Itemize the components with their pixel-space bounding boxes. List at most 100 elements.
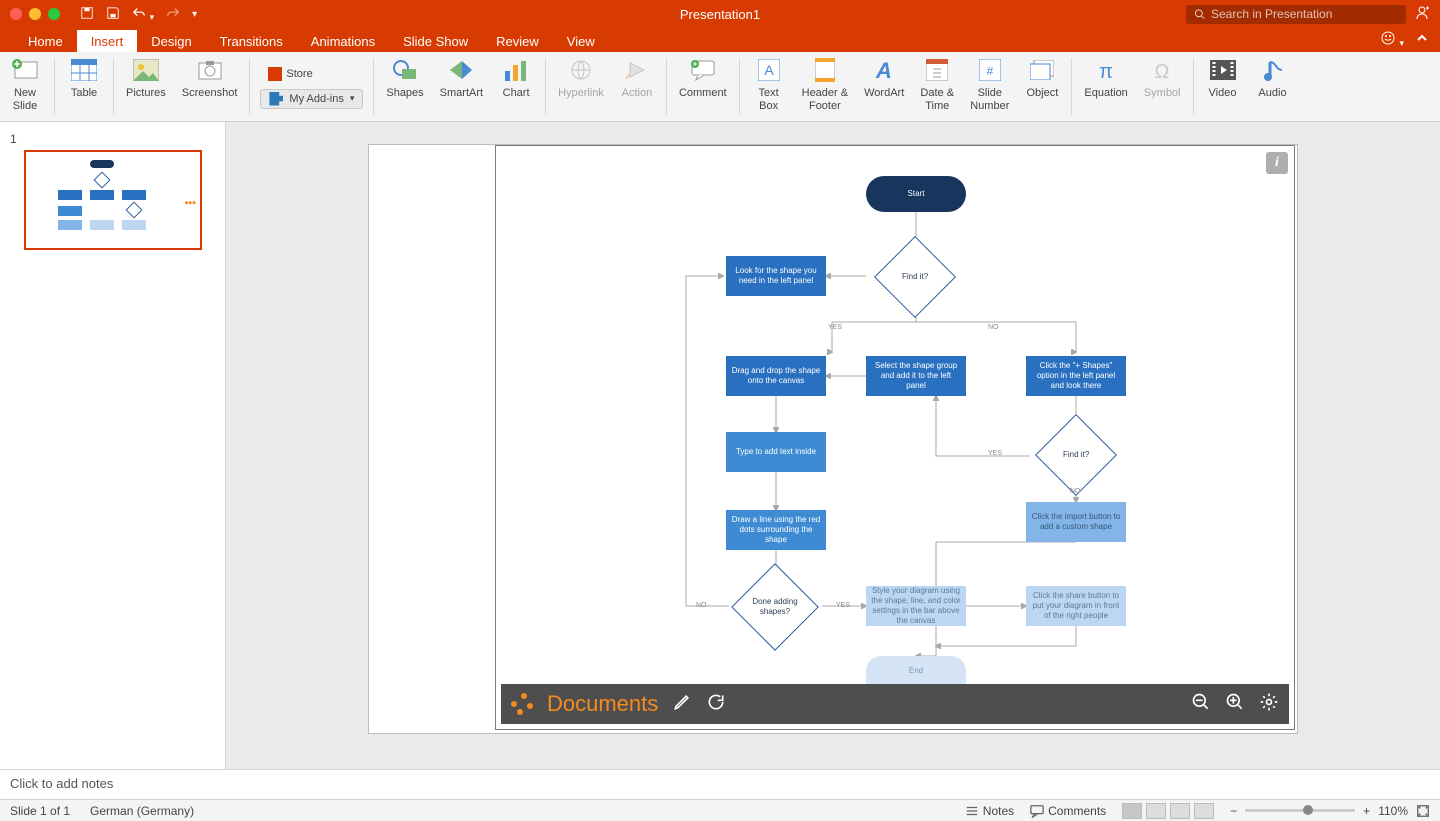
- flow-style: Style your diagram using the shape, line…: [866, 586, 966, 626]
- symbol-icon: Ω: [1146, 56, 1178, 84]
- comment-icon: [687, 56, 719, 84]
- slide-thumbnails-panel[interactable]: 1 ◆◆◆: [0, 122, 226, 769]
- tab-view[interactable]: View: [553, 30, 609, 52]
- view-buttons: [1122, 803, 1214, 819]
- share-icon[interactable]: [1414, 5, 1430, 24]
- close-window-button[interactable]: [10, 8, 22, 20]
- flow-label-no-2: NO: [1070, 488, 1081, 495]
- search-box[interactable]: [1186, 5, 1406, 24]
- slide-canvas-area[interactable]: i: [226, 122, 1440, 769]
- object-label: Object: [1026, 87, 1058, 100]
- hyperlink-label: Hyperlink: [558, 87, 604, 100]
- slidenumber-icon: #: [974, 56, 1006, 84]
- slide-canvas[interactable]: i: [368, 144, 1298, 734]
- view-slideshow-button[interactable]: [1194, 803, 1214, 819]
- view-sorter-button[interactable]: [1146, 803, 1166, 819]
- svg-text:A: A: [875, 59, 892, 81]
- slide-thumbnail-1[interactable]: ◆◆◆: [24, 150, 202, 250]
- qat-customize-icon[interactable]: ▾: [192, 9, 197, 20]
- addin-frame[interactable]: i: [495, 145, 1295, 730]
- symbol-label: Symbol: [1144, 87, 1181, 100]
- header-footer-icon: [809, 56, 841, 84]
- addin-logo-icon[interactable]: [511, 693, 533, 715]
- undo-icon[interactable]: ▾: [132, 6, 154, 23]
- tab-home[interactable]: Home: [14, 30, 77, 52]
- new-slide-button[interactable]: New Slide: [0, 52, 50, 121]
- datetime-icon: [921, 56, 953, 84]
- screenshot-button[interactable]: Screenshot: [174, 52, 246, 121]
- zoom-in-button[interactable]: +: [1363, 804, 1370, 818]
- shapes-button[interactable]: Shapes: [378, 52, 431, 121]
- ribbon-tabs: Home Insert Design Transitions Animation…: [0, 28, 1440, 52]
- table-icon: [68, 56, 100, 84]
- equation-button[interactable]: π Equation: [1076, 52, 1135, 121]
- zoom-out-button[interactable]: −: [1230, 804, 1237, 818]
- tab-insert[interactable]: Insert: [77, 30, 138, 52]
- collapse-ribbon-icon[interactable]: [1414, 30, 1430, 49]
- save-icon[interactable]: [106, 6, 120, 23]
- textbox-label: Text Box: [759, 87, 779, 112]
- chart-button[interactable]: Chart: [491, 52, 541, 121]
- flow-label-yes-2: YES: [988, 450, 1002, 457]
- autosave-icon[interactable]: [80, 6, 94, 23]
- comment-button[interactable]: Comment: [671, 52, 735, 121]
- smartart-button[interactable]: SmartArt: [432, 52, 491, 121]
- store-button[interactable]: Store: [260, 65, 363, 83]
- feedback-icon[interactable]: ▾: [1380, 30, 1404, 49]
- tab-design[interactable]: Design: [137, 30, 205, 52]
- zoom-slider[interactable]: [1245, 809, 1355, 812]
- flow-start: Start: [866, 176, 966, 212]
- store-icon: [268, 67, 282, 81]
- header-footer-button[interactable]: Header & Footer: [794, 52, 856, 121]
- tab-transitions[interactable]: Transitions: [206, 30, 297, 52]
- wordart-icon: A: [868, 56, 900, 84]
- datetime-button[interactable]: Date & Time: [912, 52, 962, 121]
- equation-label: Equation: [1084, 87, 1127, 100]
- notes-pane[interactable]: Click to add notes: [0, 769, 1440, 799]
- status-language[interactable]: German (Germany): [90, 804, 194, 818]
- view-normal-button[interactable]: [1122, 803, 1142, 819]
- status-comments-button[interactable]: Comments: [1030, 804, 1106, 818]
- status-slide-indicator[interactable]: Slide 1 of 1: [10, 804, 70, 818]
- svg-text:Ω: Ω: [1155, 61, 1170, 81]
- tab-review[interactable]: Review: [482, 30, 553, 52]
- addin-edit-icon[interactable]: [672, 692, 692, 717]
- pictures-button[interactable]: Pictures: [118, 52, 174, 121]
- object-icon: [1026, 56, 1058, 84]
- tab-animations[interactable]: Animations: [297, 30, 389, 52]
- addin-info-button[interactable]: i: [1266, 152, 1288, 174]
- slide-thumb-number: 1: [10, 132, 17, 146]
- addin-zoomout-icon[interactable]: [1191, 692, 1211, 717]
- search-input[interactable]: [1211, 7, 1398, 21]
- notes-placeholder: Click to add notes: [10, 776, 113, 791]
- audio-button[interactable]: Audio: [1248, 52, 1298, 121]
- minimize-window-button[interactable]: [29, 8, 41, 20]
- wordart-button[interactable]: A WordArt: [856, 52, 912, 121]
- video-button[interactable]: Video: [1198, 52, 1248, 121]
- object-button[interactable]: Object: [1017, 52, 1067, 121]
- redo-icon[interactable]: [166, 6, 180, 23]
- addin-refresh-icon[interactable]: [706, 692, 726, 717]
- my-addins-button[interactable]: My Add-ins▾: [260, 89, 363, 109]
- action-button: Action: [612, 52, 662, 121]
- status-notes-button[interactable]: Notes: [965, 804, 1014, 818]
- addin-zoomin-icon[interactable]: [1225, 692, 1245, 717]
- zoom-window-button[interactable]: [48, 8, 60, 20]
- new-slide-icon: [9, 56, 41, 84]
- zoom-level[interactable]: 110%: [1378, 804, 1408, 818]
- textbox-button[interactable]: A Text Box: [744, 52, 794, 121]
- svg-text:A: A: [764, 62, 774, 78]
- slidenumber-button[interactable]: # Slide Number: [962, 52, 1017, 121]
- shapes-label: Shapes: [386, 87, 423, 100]
- tab-slideshow[interactable]: Slide Show: [389, 30, 482, 52]
- search-icon: [1194, 8, 1205, 20]
- flow-label-no-1: NO: [988, 324, 999, 331]
- addin-documents-button[interactable]: Documents: [547, 691, 658, 717]
- table-button[interactable]: Table: [59, 52, 109, 121]
- fit-to-window-icon[interactable]: [1416, 804, 1430, 818]
- datetime-label: Date & Time: [920, 87, 954, 112]
- view-reading-button[interactable]: [1170, 803, 1190, 819]
- addin-settings-icon[interactable]: [1259, 692, 1279, 717]
- zoom-thumb[interactable]: [1303, 805, 1313, 815]
- comment-label: Comment: [679, 87, 727, 100]
